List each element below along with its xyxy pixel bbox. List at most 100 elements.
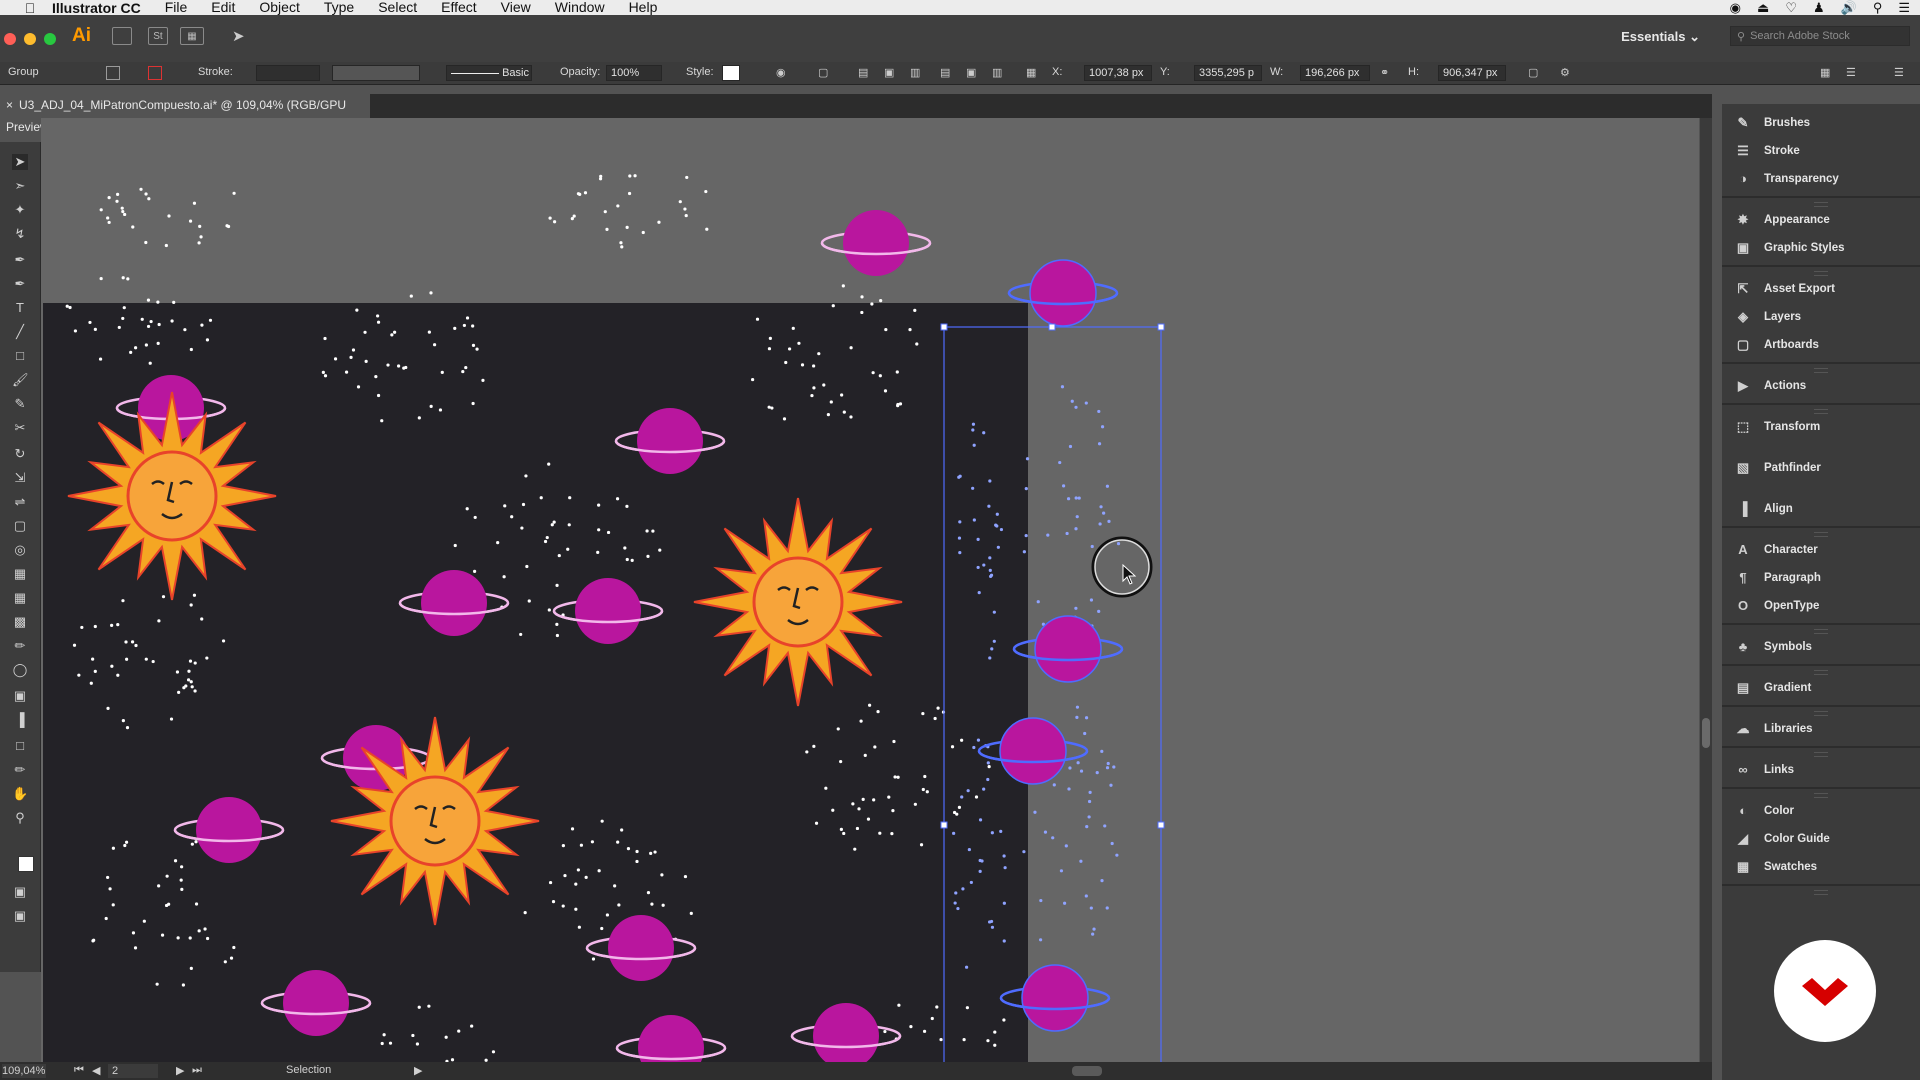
selection-tool-icon[interactable]: ➤ (12, 154, 28, 170)
reference-point-icon[interactable]: ▦ (1026, 66, 1036, 79)
artboard-tool-icon[interactable]: □ (12, 738, 28, 754)
panel-item-opentype[interactable]: O OpenType (1722, 593, 1920, 619)
minimize-window-button[interactable] (24, 33, 36, 45)
last-artboard-icon[interactable]: ⏭ (192, 1064, 202, 1077)
symbol-sprayer-tool-icon[interactable]: ▣ (12, 688, 28, 704)
panel-group-grip[interactable] (1814, 793, 1828, 798)
recolor-artwork-icon[interactable]: ◉ (776, 66, 786, 79)
panel-group-grip[interactable] (1814, 752, 1828, 757)
hand-tool-icon[interactable]: ✋ (12, 786, 28, 802)
align-center-icon[interactable]: ▣ (884, 66, 894, 79)
zoom-level-field[interactable]: 109,04% (2, 1064, 46, 1078)
eyedropper-tool-icon[interactable]: ✏ (12, 638, 28, 654)
panel-item-appearance[interactable]: ✸ Appearance (1722, 207, 1920, 233)
blend-tool-icon[interactable]: ◯ (12, 662, 28, 678)
panel-group-grip[interactable] (1814, 890, 1828, 895)
panel-item-align[interactable]: ▐ Align (1722, 496, 1920, 522)
type-tool-icon[interactable]: T (12, 300, 28, 316)
menu-effect[interactable]: Effect (441, 0, 477, 15)
panel-group-grip[interactable] (1814, 271, 1828, 276)
menu-select[interactable]: Select (378, 0, 417, 15)
panel-item-actions[interactable]: ▶ Actions (1722, 373, 1920, 399)
menu-object[interactable]: Object (259, 0, 299, 15)
gpu-performance-icon[interactable]: ➤ (232, 27, 245, 45)
adobe-stock-search-input[interactable]: ⚲ Search Adobe Stock (1730, 26, 1910, 46)
shape-builder-tool-icon[interactable]: ◎ (12, 542, 28, 558)
wifi-icon[interactable]: ♡ (1785, 0, 1797, 16)
stock-bridge-button[interactable]: St (148, 27, 168, 45)
rectangle-tool-icon[interactable]: □ (12, 348, 28, 364)
volume-icon[interactable]: 🔊 (1841, 0, 1857, 16)
arrange-panels-icon[interactable]: ▦ (1820, 66, 1830, 79)
brush-definition-select[interactable]: Basic (446, 65, 532, 81)
curvature-tool-icon[interactable]: ✒ (12, 276, 28, 292)
workspace-switcher[interactable]: Essentials ⌄ (1621, 29, 1700, 45)
scissors-tool-icon[interactable]: ✂ (12, 420, 28, 436)
panel-item-pathfinder[interactable]: ▧ Pathfinder (1722, 455, 1920, 481)
user-icon[interactable]: ♟ (1813, 0, 1825, 16)
paintbrush-tool-icon[interactable]: 🖌 (12, 372, 29, 388)
gradient-tool-icon[interactable]: ▩ (12, 614, 28, 630)
menu-edit[interactable]: Edit (211, 0, 235, 15)
status-menu-icon[interactable]: ▶ (414, 1064, 422, 1077)
constrain-proportions-icon[interactable]: ⚭ (1380, 66, 1389, 79)
canvas[interactable] (41, 118, 1699, 1062)
panel-item-transparency[interactable]: ◑ Transparency (1722, 166, 1920, 192)
close-window-button[interactable] (4, 33, 16, 45)
shaper-tool-icon[interactable]: ✎ (12, 396, 28, 412)
lasso-tool-icon[interactable]: ↯ (12, 226, 28, 242)
more-options-icon[interactable]: ⚙ (1560, 66, 1570, 79)
menu-file[interactable]: File (165, 0, 188, 15)
menu-type[interactable]: Type (324, 0, 354, 15)
vertical-scroll-thumb[interactable] (1702, 718, 1710, 748)
stroke-weight-input[interactable] (256, 65, 320, 81)
apple-icon[interactable]:  (22, 0, 38, 16)
panel-item-libraries[interactable]: ☁ Libraries (1722, 716, 1920, 742)
horizontal-scroll-thumb[interactable] (1072, 1066, 1102, 1076)
x-input[interactable]: 1007,38 px (1084, 65, 1152, 81)
panel-item-artboards[interactable]: ▢ Artboards (1722, 332, 1920, 358)
panel-item-transform[interactable]: ⬚ Transform (1722, 414, 1920, 440)
panel-item-color[interactable]: ◐ Color (1722, 798, 1920, 824)
align-top-icon[interactable]: ▤ (940, 66, 950, 79)
drawing-modes-icon[interactable]: ▣ (12, 884, 28, 900)
align-left-icon[interactable]: ▤ (858, 66, 868, 79)
close-tab-icon[interactable]: × (6, 98, 13, 112)
menu-view[interactable]: View (501, 0, 531, 15)
panel-item-brushes[interactable]: ✎ Brushes (1722, 110, 1920, 136)
rotate-tool-icon[interactable]: ↻ (12, 446, 28, 462)
stroke-color-icon[interactable] (18, 856, 34, 872)
align-middle-icon[interactable]: ▣ (966, 66, 976, 79)
align-right-icon[interactable]: ▥ (910, 66, 920, 79)
zoom-window-button[interactable] (44, 33, 56, 45)
panel-item-character[interactable]: A Character (1722, 537, 1920, 563)
magic-wand-tool-icon[interactable]: ✦ (12, 202, 28, 218)
panel-item-symbols[interactable]: ♣ Symbols (1722, 634, 1920, 660)
first-artboard-icon[interactable]: ⏮ (74, 1064, 84, 1077)
panel-item-paragraph[interactable]: ¶ Paragraph (1722, 565, 1920, 591)
align-bottom-icon[interactable]: ▥ (992, 66, 1002, 79)
panel-item-stroke[interactable]: ☰ Stroke (1722, 138, 1920, 164)
graph-tool-icon[interactable]: ▐ (12, 712, 28, 728)
record-icon[interactable]: ◉ (1730, 0, 1741, 16)
free-transform-tool-icon[interactable]: ▢ (12, 518, 28, 534)
y-input[interactable]: 3355,295 p (1194, 65, 1262, 81)
panel-item-asset-export[interactable]: ⇱ Asset Export (1722, 276, 1920, 302)
width-tool-icon[interactable]: ⇌ (12, 494, 28, 510)
menu-help[interactable]: Help (629, 0, 658, 15)
w-input[interactable]: 196,266 px (1300, 65, 1370, 81)
stroke-swatch[interactable] (148, 66, 162, 80)
transform-icon[interactable]: ▢ (818, 66, 828, 79)
previous-artboard-icon[interactable]: ◀ (92, 1064, 100, 1077)
graphic-style-swatch[interactable] (722, 65, 740, 81)
h-input[interactable]: 906,347 px (1438, 65, 1506, 81)
panel-group-grip[interactable] (1814, 711, 1828, 716)
isolate-group-icon[interactable]: ▢ (1528, 66, 1538, 79)
panel-group-grip[interactable] (1814, 202, 1828, 207)
screen-mode-icon[interactable]: ▣ (12, 908, 28, 924)
notification-center-icon[interactable]: ☰ (1898, 0, 1910, 16)
mesh-tool-icon[interactable]: ▦ (12, 590, 28, 606)
panel-group-grip[interactable] (1814, 368, 1828, 373)
panel-group-grip[interactable] (1814, 532, 1828, 537)
line-tool-icon[interactable]: ╱ (12, 324, 28, 340)
